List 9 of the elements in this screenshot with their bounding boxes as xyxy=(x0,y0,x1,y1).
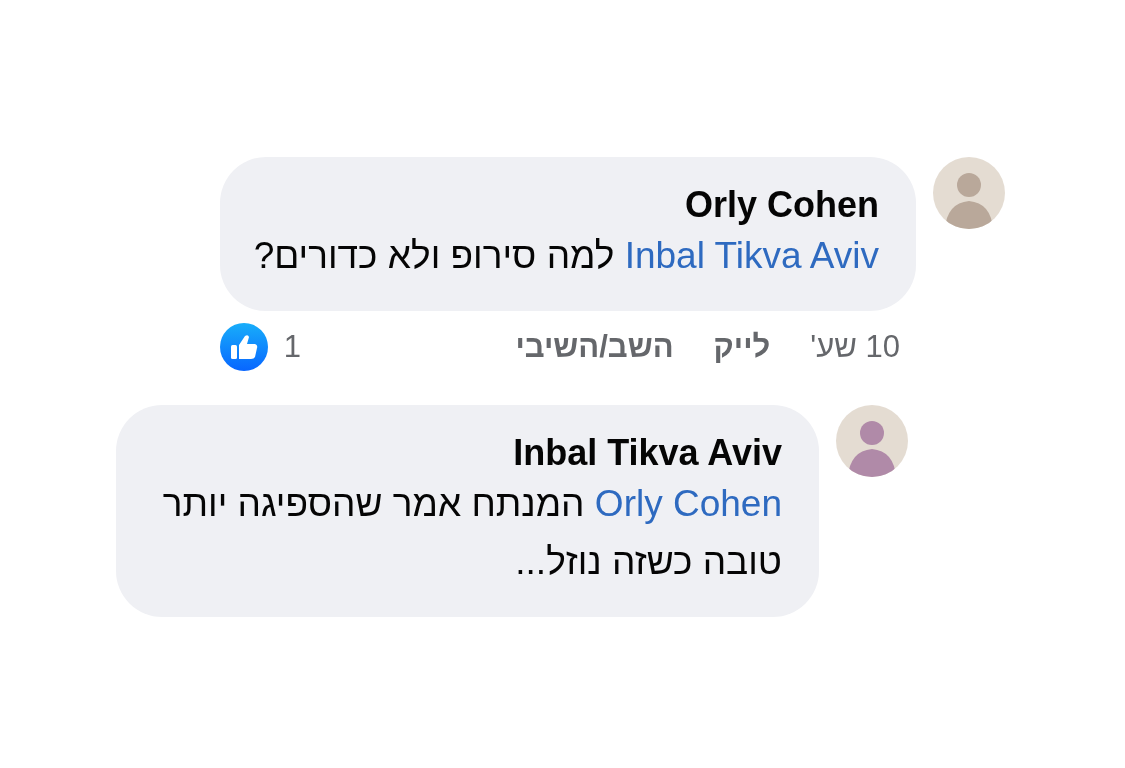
thumbs-up-icon[interactable] xyxy=(219,323,268,371)
action-link[interactable]: השב/השיבי xyxy=(515,329,674,365)
timestamp[interactable]: 10 שע' xyxy=(810,329,900,365)
author-name[interactable]: Orly Cohen xyxy=(253,183,879,227)
like-count[interactable]: 1 xyxy=(283,329,301,365)
mention-link[interactable]: Orly Cohen xyxy=(594,483,782,524)
action-link[interactable]: לייק xyxy=(713,329,771,365)
author-name[interactable]: Inbal Tikva Aviv xyxy=(150,431,782,475)
mention-link[interactable]: Inbal Tikva Aviv xyxy=(624,235,879,276)
